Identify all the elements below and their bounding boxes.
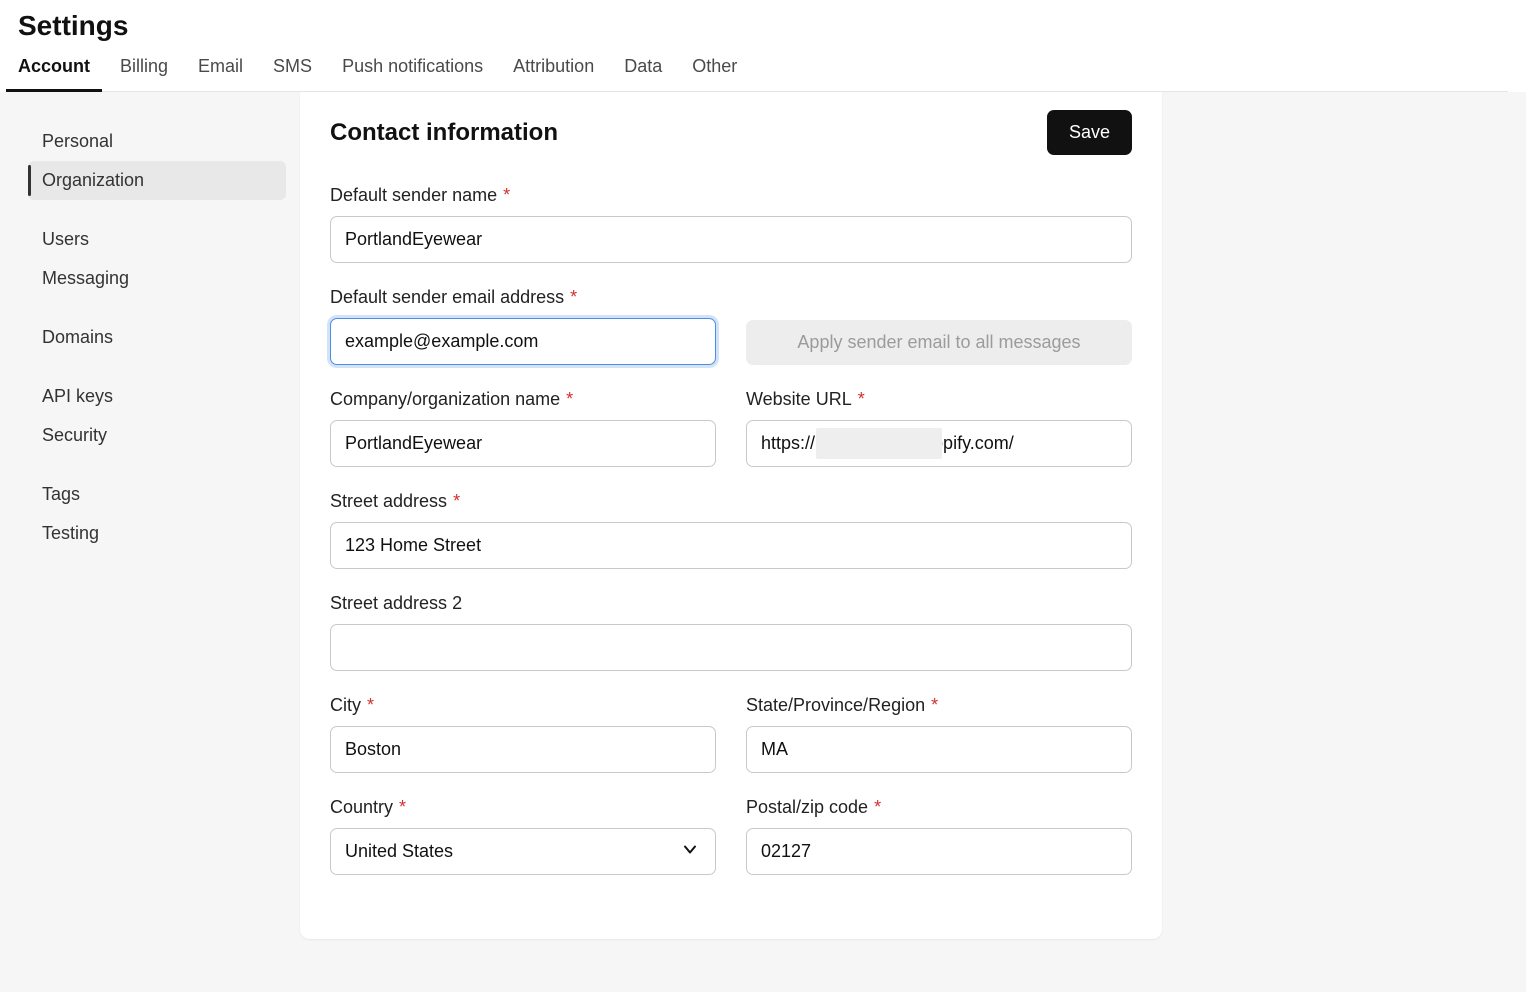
street-address-2-label: Street address 2 [330, 593, 1132, 614]
main-content: Contact information Save Default sender … [300, 92, 1162, 939]
sidebar: PersonalOrganization UsersMessaging Domain… [0, 92, 300, 603]
sender-name-input[interactable] [330, 216, 1132, 263]
street-address-label: Street address* [330, 491, 1132, 512]
tabs: Account Billing Email SMS Push notifications… [18, 56, 1508, 92]
sender-email-label: Default sender email address* [330, 287, 716, 308]
apply-sender-email-button[interactable]: Apply sender email to all messages [746, 320, 1132, 365]
postal-input[interactable] [746, 828, 1132, 875]
street-address-input[interactable] [330, 522, 1132, 569]
save-button[interactable]: Save [1047, 110, 1132, 155]
sidebar-item-api-keys[interactable]: API keys [28, 377, 286, 416]
sender-name-label: Default sender name* [330, 185, 1132, 206]
sidebar-item-organization[interactable]: Organization [28, 161, 286, 200]
city-input[interactable] [330, 726, 716, 773]
state-input[interactable] [746, 726, 1132, 773]
section-title: Contact information [330, 119, 558, 147]
city-label: City* [330, 695, 716, 716]
sidebar-item-tags[interactable]: Tags [28, 475, 286, 514]
sidebar-item-personal[interactable]: Personal [28, 122, 286, 161]
tab-account[interactable]: Account [18, 56, 90, 91]
state-label: State/Province/Region* [746, 695, 1132, 716]
tab-push-notifications[interactable]: Push notifications [342, 56, 483, 91]
country-select[interactable] [330, 828, 716, 875]
tab-email[interactable]: Email [198, 56, 243, 91]
tab-other[interactable]: Other [692, 56, 737, 91]
sender-email-input[interactable] [330, 318, 716, 365]
country-label: Country* [330, 797, 716, 818]
street-address-2-input[interactable] [330, 624, 1132, 671]
sidebar-item-messaging[interactable]: Messaging [28, 259, 286, 298]
sidebar-item-users[interactable]: Users [28, 220, 286, 259]
url-redacted-mask [816, 428, 942, 459]
page-title: Settings [18, 10, 1508, 42]
sidebar-item-testing[interactable]: Testing [28, 514, 286, 553]
company-name-input[interactable] [330, 420, 716, 467]
tab-billing[interactable]: Billing [120, 56, 168, 91]
company-name-label: Company/organization name* [330, 389, 716, 410]
sidebar-item-domains[interactable]: Domains [28, 318, 286, 357]
tab-attribution[interactable]: Attribution [513, 56, 594, 91]
postal-label: Postal/zip code* [746, 797, 1132, 818]
website-url-label: Website URL* [746, 389, 1132, 410]
tab-sms[interactable]: SMS [273, 56, 312, 91]
tab-data[interactable]: Data [624, 56, 662, 91]
sidebar-item-security[interactable]: Security [28, 416, 286, 455]
